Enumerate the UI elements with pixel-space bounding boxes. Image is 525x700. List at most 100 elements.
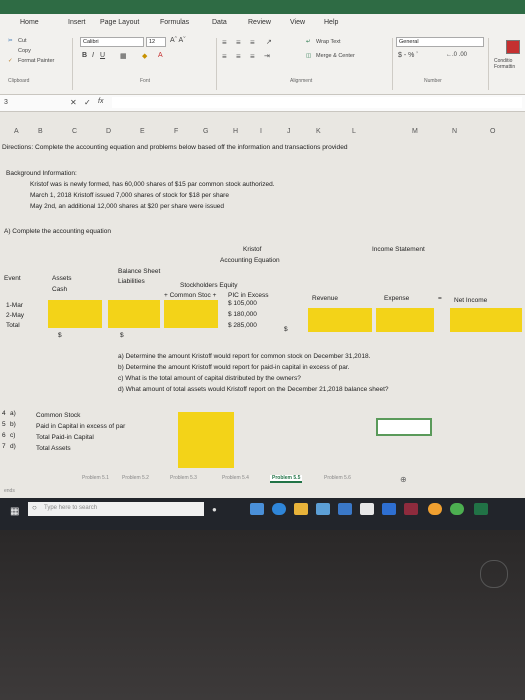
liabilities-input-cell[interactable] bbox=[108, 300, 160, 328]
assets-total-cell[interactable]: $ bbox=[58, 332, 62, 339]
tab-page-layout[interactable]: Page Layout bbox=[100, 19, 139, 26]
indent-icon[interactable]: ⇥ bbox=[264, 52, 270, 60]
dropbox-icon[interactable] bbox=[382, 503, 396, 515]
align-middle-icon[interactable]: ≡ bbox=[236, 38, 241, 47]
sheet-tab[interactable]: Problem 5.4 bbox=[222, 475, 249, 481]
decimal-icon[interactable]: ←.0 .00 bbox=[446, 52, 467, 58]
column-header[interactable]: B bbox=[38, 128, 43, 135]
column-header[interactable]: C bbox=[72, 128, 77, 135]
column-header[interactable]: M bbox=[412, 128, 418, 135]
column-header[interactable]: N bbox=[452, 128, 457, 135]
equity-total-cell[interactable]: $ bbox=[284, 326, 288, 333]
italic-icon[interactable]: I bbox=[92, 52, 94, 59]
cut-button[interactable]: Cut bbox=[18, 38, 27, 44]
accounting-format-button[interactable]: $ - % ʼ bbox=[398, 52, 418, 59]
scissors-icon[interactable]: ✂ bbox=[8, 38, 13, 44]
font-color-icon[interactable]: A bbox=[158, 52, 163, 59]
fx-button[interactable]: fx bbox=[98, 98, 103, 105]
column-header[interactable]: E bbox=[140, 128, 145, 135]
column-header[interactable]: O bbox=[490, 128, 495, 135]
borders-icon[interactable]: ▦ bbox=[120, 52, 127, 60]
file-explorer-icon[interactable] bbox=[294, 503, 308, 515]
firefox-icon[interactable] bbox=[428, 503, 442, 515]
column-header[interactable]: H bbox=[233, 128, 238, 135]
expense-input-cell[interactable] bbox=[376, 308, 434, 332]
conditional-formatting-icon[interactable] bbox=[506, 40, 520, 54]
answers-input-block[interactable] bbox=[178, 412, 234, 468]
align-top-icon[interactable]: ≡ bbox=[222, 38, 227, 47]
column-header[interactable]: K bbox=[316, 128, 321, 135]
selected-cell[interactable] bbox=[376, 418, 432, 436]
font-name-select[interactable]: Calibri bbox=[80, 37, 144, 47]
format-painter-button[interactable]: Format Painter bbox=[18, 58, 54, 64]
column-header[interactable]: D bbox=[106, 128, 111, 135]
sheet-tab-active[interactable]: Problem 5.5 bbox=[270, 475, 303, 483]
align-left-icon[interactable]: ≡ bbox=[222, 52, 227, 61]
copy-button[interactable]: Copy bbox=[18, 48, 31, 54]
sheet-tab[interactable]: Problem 5.2 bbox=[122, 475, 149, 481]
wrap-text-icon[interactable]: ↵ bbox=[306, 39, 311, 45]
column-header[interactable]: L bbox=[352, 128, 356, 135]
assets-header: Assets bbox=[52, 275, 72, 282]
tab-insert[interactable]: Insert bbox=[68, 19, 86, 26]
align-bottom-icon[interactable]: ≡ bbox=[250, 38, 255, 47]
column-header[interactable]: I bbox=[260, 128, 262, 135]
net-income-input-cell[interactable] bbox=[450, 308, 522, 332]
liabilities-total-cell[interactable]: $ bbox=[120, 332, 124, 339]
font-size-select[interactable]: 12 bbox=[146, 37, 166, 47]
pic-value-cell[interactable]: $ 105,000 bbox=[228, 300, 257, 307]
name-box[interactable]: 3 bbox=[4, 99, 8, 106]
common-stock-input-cell[interactable] bbox=[164, 300, 218, 328]
mail-icon[interactable] bbox=[338, 503, 352, 515]
chrome-icon[interactable] bbox=[450, 503, 464, 515]
tab-data[interactable]: Data bbox=[212, 19, 227, 26]
amazon-icon[interactable] bbox=[360, 503, 374, 515]
number-format-select[interactable]: General bbox=[396, 37, 484, 47]
cancel-icon[interactable]: ✕ bbox=[70, 98, 77, 107]
revenue-input-cell[interactable] bbox=[308, 308, 372, 332]
fill-color-icon[interactable]: ◆ bbox=[142, 52, 147, 60]
underline-icon[interactable]: U bbox=[100, 52, 105, 59]
tab-view[interactable]: View bbox=[290, 19, 305, 26]
store-icon[interactable] bbox=[316, 503, 330, 515]
tab-help[interactable]: Help bbox=[324, 19, 338, 26]
assets-input-cell[interactable] bbox=[48, 300, 102, 328]
column-header[interactable]: G bbox=[203, 128, 208, 135]
enter-icon[interactable]: ✓ bbox=[84, 98, 91, 107]
add-sheet-icon[interactable]: ⊕ bbox=[400, 475, 407, 484]
task-view-icon[interactable] bbox=[250, 503, 264, 515]
pic-value-cell[interactable]: $ 180,000 bbox=[228, 311, 257, 318]
align-center-icon[interactable]: ≡ bbox=[236, 52, 241, 61]
event-cell[interactable]: Total bbox=[6, 322, 20, 329]
bold-icon[interactable]: B bbox=[82, 52, 87, 59]
tab-review[interactable]: Review bbox=[248, 19, 271, 26]
tab-home[interactable]: Home bbox=[20, 19, 39, 26]
event-cell[interactable]: 1-Mar bbox=[6, 302, 23, 309]
worksheet[interactable]: Directions: Complete the accounting equa… bbox=[0, 140, 525, 485]
pic-total-cell[interactable]: $ 285,000 bbox=[228, 322, 257, 329]
conditional-formatting-button[interactable]: Conditio Formattin bbox=[494, 58, 524, 70]
font-grow-icon[interactable]: Aˆ Aˇ bbox=[170, 37, 186, 44]
sheet-tab[interactable]: Problem 5.1 bbox=[82, 475, 109, 481]
edge-icon[interactable] bbox=[272, 503, 286, 515]
column-header[interactable]: J bbox=[287, 128, 291, 135]
tab-formulas[interactable]: Formulas bbox=[160, 19, 189, 26]
sheet-tab[interactable]: Problem 5.3 bbox=[170, 475, 197, 481]
merge-icon[interactable]: ◫ bbox=[306, 53, 311, 59]
microphone-icon[interactable]: ● bbox=[212, 505, 217, 514]
company-name: Kristof bbox=[243, 246, 262, 253]
align-right-icon[interactable]: ≡ bbox=[250, 52, 255, 61]
wrap-text-button[interactable]: Wrap Text bbox=[316, 39, 341, 45]
excel-taskbar-icon[interactable] bbox=[474, 503, 488, 515]
windows-start-icon[interactable]: ▦ bbox=[10, 506, 19, 517]
app-icon[interactable] bbox=[404, 503, 418, 515]
event-cell[interactable]: 2-May bbox=[6, 312, 24, 319]
column-header[interactable]: A bbox=[14, 128, 19, 135]
column-header[interactable]: F bbox=[174, 128, 178, 135]
search-box[interactable]: ○ Type here to search bbox=[28, 502, 204, 516]
merge-center-button[interactable]: Merge & Center bbox=[316, 53, 355, 59]
sheet-tab[interactable]: Problem 5.6 bbox=[324, 475, 351, 481]
brush-icon[interactable]: ✓ bbox=[8, 58, 13, 64]
formula-input[interactable] bbox=[112, 97, 522, 108]
orientation-icon[interactable]: ↗ bbox=[266, 38, 272, 46]
